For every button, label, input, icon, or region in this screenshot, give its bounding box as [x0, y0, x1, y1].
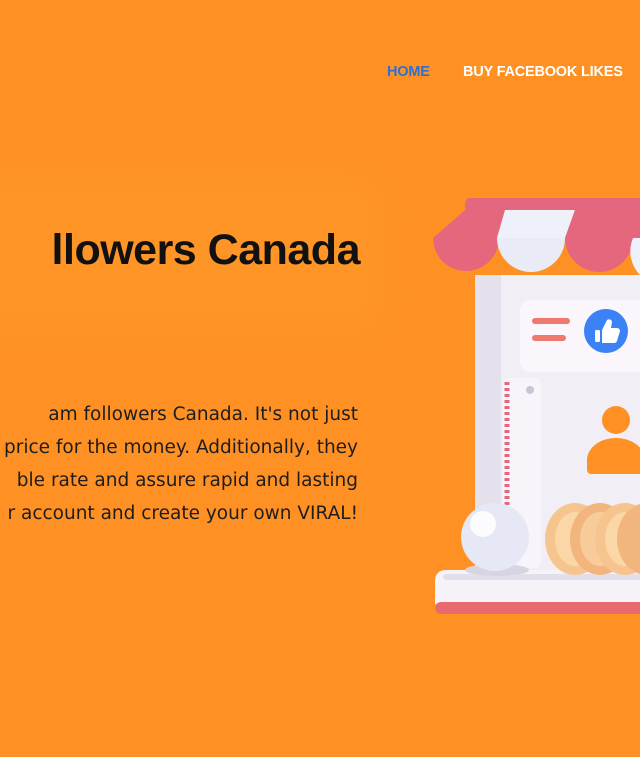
hero-paragraph-line: am followers Canada. It's not just: [48, 404, 358, 425]
hero-paragraph-line: r account and create your own VIRAL!: [7, 503, 359, 524]
page: HOME BUY FACEBOOK LIKES llowers Canada a…: [0, 0, 640, 757]
thumbs-up-icon: [584, 309, 628, 353]
nav-home-link[interactable]: HOME: [387, 64, 430, 80]
shop-illustration: [425, 190, 640, 630]
nav-buy-facebook-likes-link[interactable]: BUY FACEBOOK LIKES: [463, 64, 623, 80]
hero-paragraph-line: price for the money. Additionally, they: [3, 437, 358, 458]
hero-title: llowers Canada: [51, 226, 361, 274]
awning-top-bar: [465, 198, 640, 212]
shop-awning-icon: [433, 210, 640, 275]
hero-paragraph: am followers Canada. It's not just price…: [0, 398, 358, 530]
coins-icon: [545, 503, 640, 575]
shop-counter: [435, 570, 640, 614]
hero-paragraph-line: ble rate and assure rapid and lasting: [16, 470, 358, 491]
main-nav: HOME BUY FACEBOOK LIKES: [0, 64, 640, 84]
